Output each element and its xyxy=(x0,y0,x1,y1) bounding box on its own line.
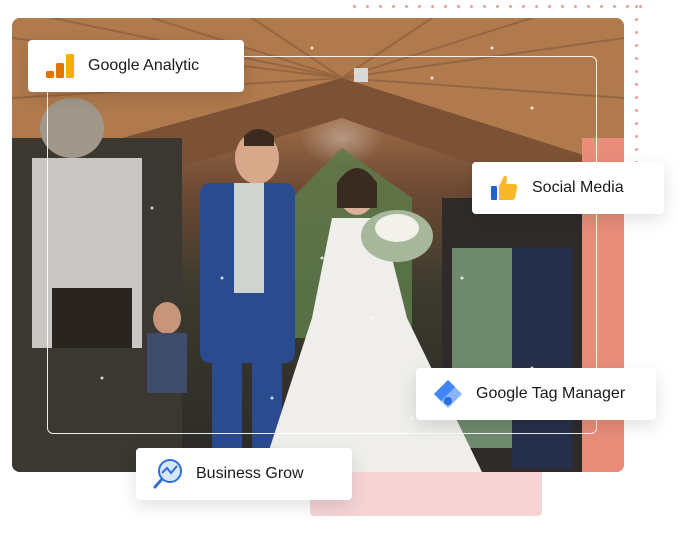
social-media-label: Social Media xyxy=(532,179,624,196)
thumbs-up-icon xyxy=(491,175,518,200)
decorative-dots-top xyxy=(348,0,644,12)
magnifier-growth-icon xyxy=(153,459,182,489)
google-tag-manager-card: Google Tag Manager xyxy=(416,368,656,420)
google-analytics-icon xyxy=(46,54,74,78)
business-grow-label: Business Grow xyxy=(196,465,304,482)
google-tag-manager-icon xyxy=(434,380,462,408)
google-tag-manager-label: Google Tag Manager xyxy=(476,385,626,402)
google-analytic-card: Google Analytic xyxy=(28,40,244,92)
business-grow-card: Business Grow xyxy=(136,448,352,500)
google-analytic-label: Google Analytic xyxy=(88,57,200,74)
social-media-card: Social Media xyxy=(472,162,664,214)
decorative-dots-right xyxy=(630,0,644,170)
